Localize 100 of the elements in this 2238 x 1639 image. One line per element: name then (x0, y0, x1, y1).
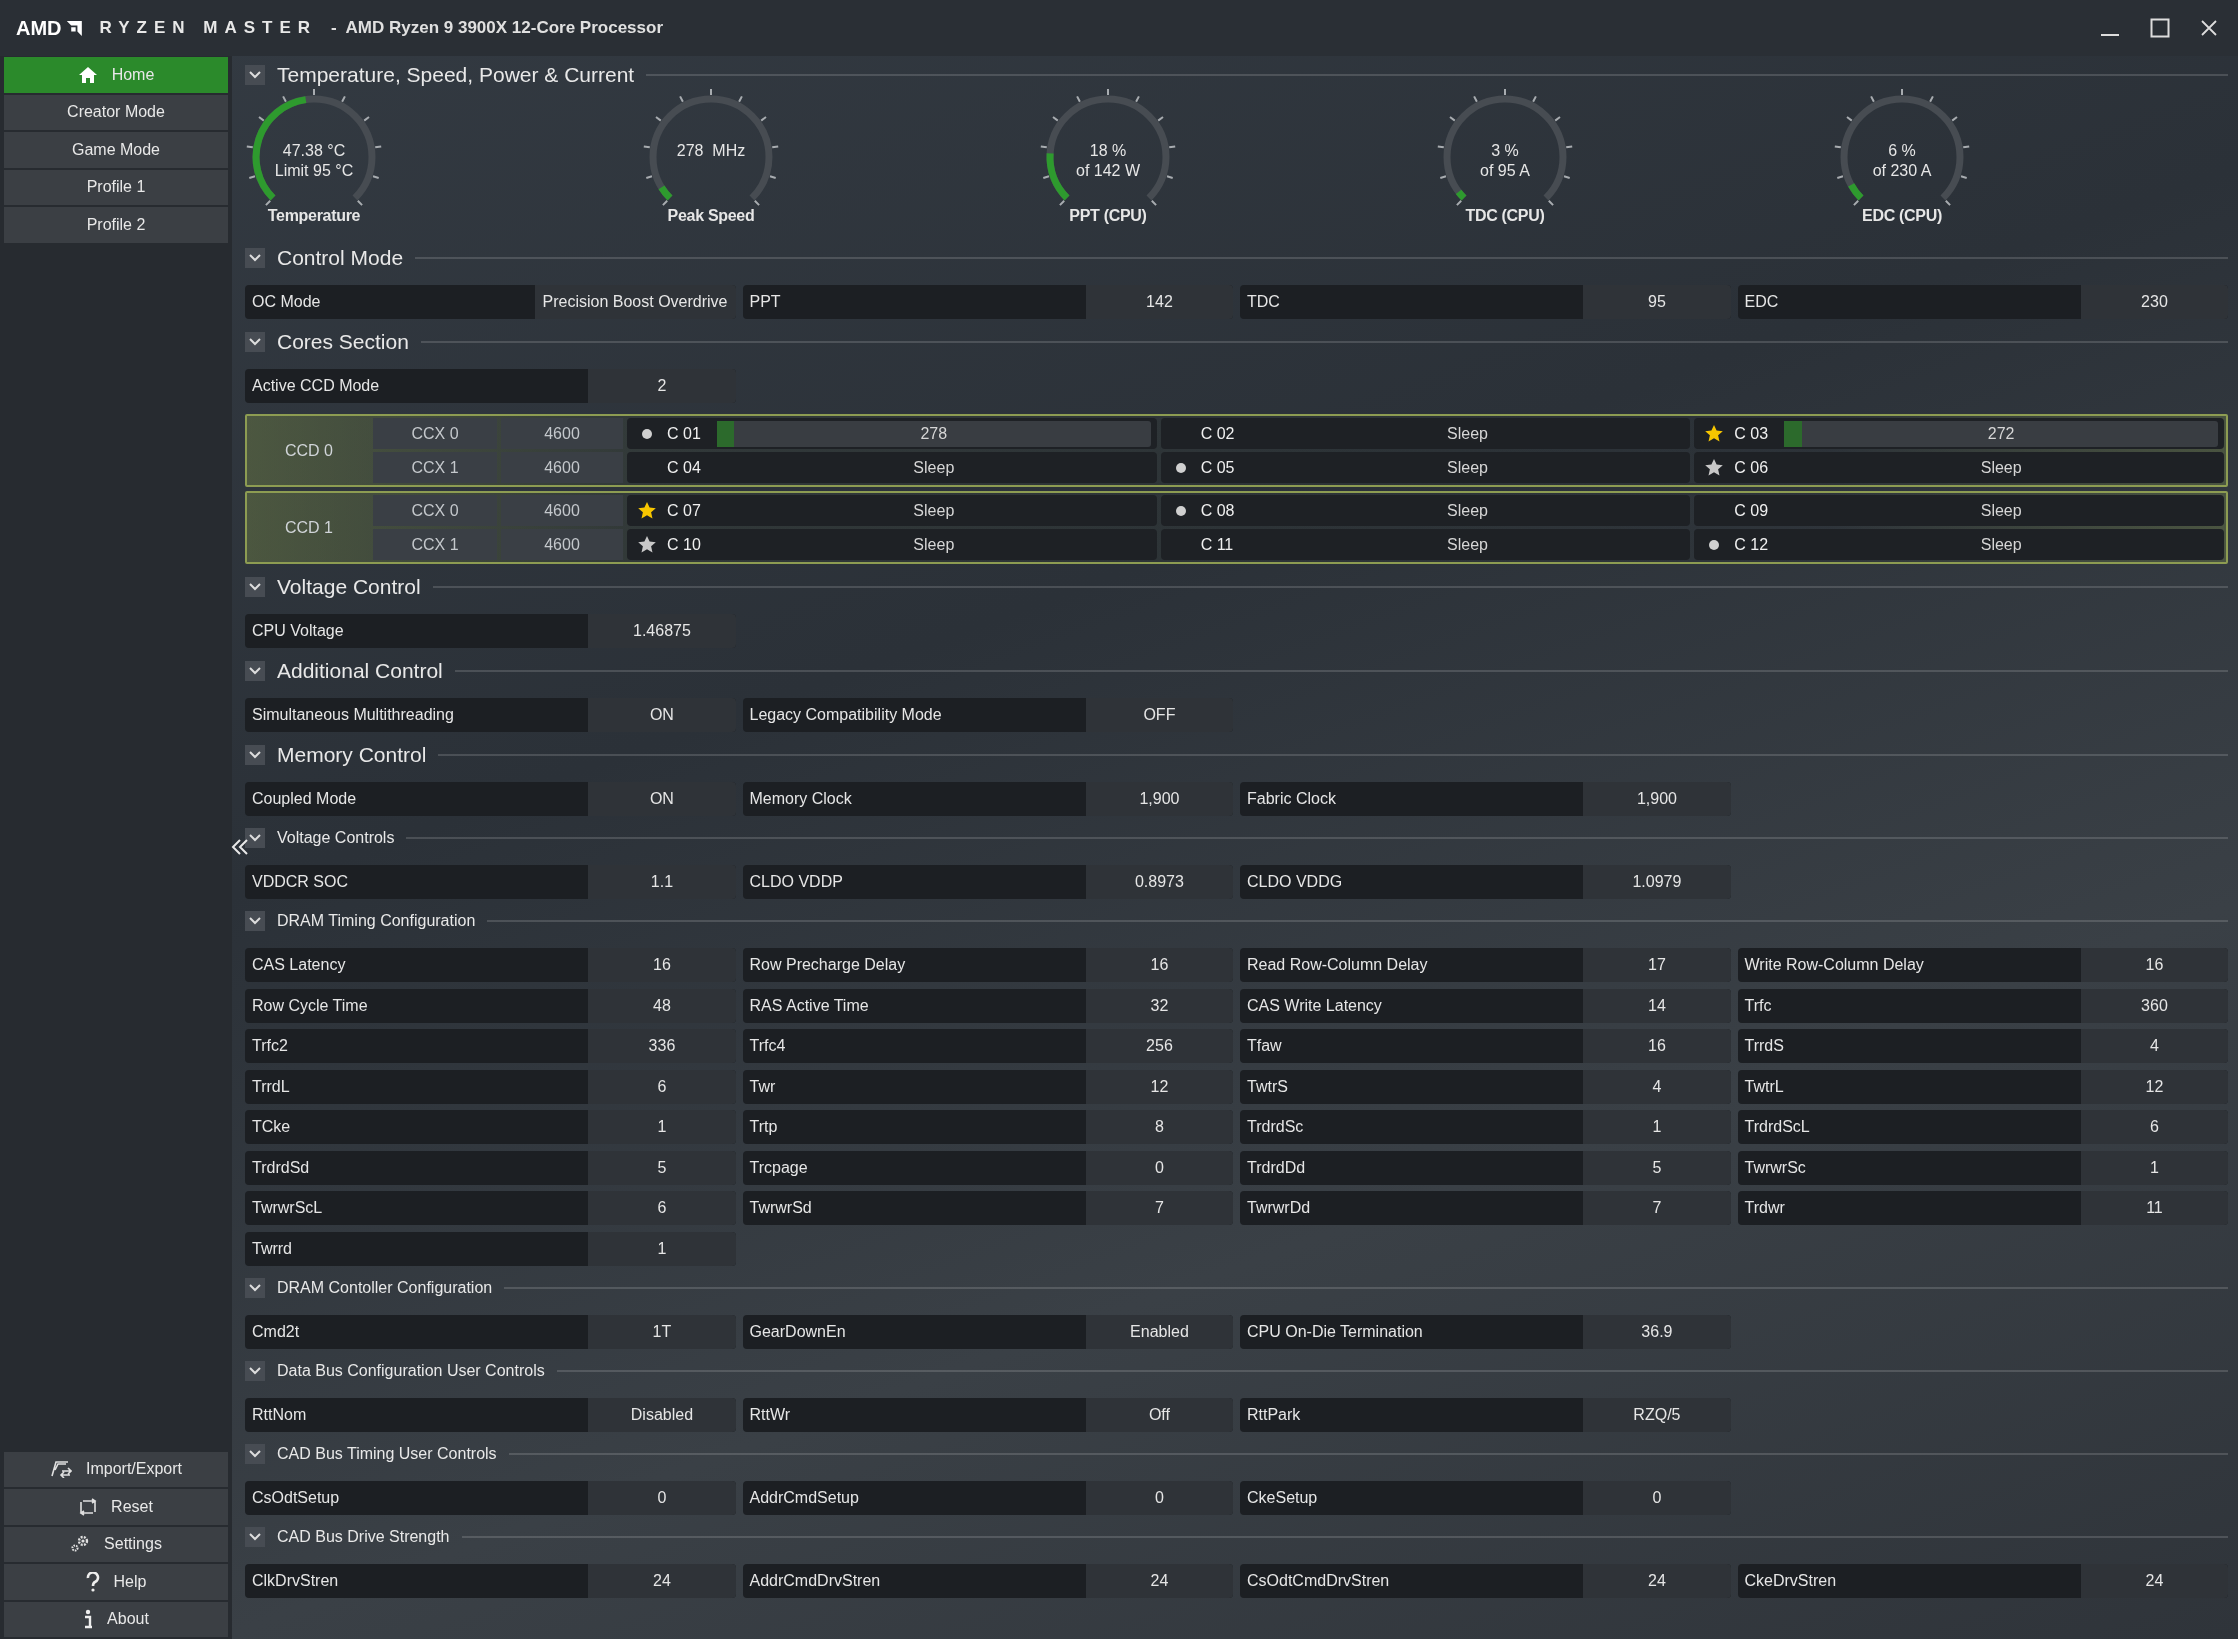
gauge-reading: 278 MHz (676, 141, 746, 161)
setting-value: 4 (1583, 1069, 1731, 1104)
setting-value: 1,900 (1583, 782, 1731, 816)
gauge-label: PPT (CPU) (1069, 207, 1147, 225)
setting-value: 5 (1583, 1150, 1731, 1185)
setting-value: 1,900 (1085, 782, 1233, 816)
core-name: C 10 (667, 535, 702, 554)
setting-value: 2 (588, 369, 736, 403)
core-name: C 04 (667, 458, 702, 477)
setting-label: CkeDrvStren (1743, 1570, 1838, 1591)
sidebar-item[interactable]: Profile 1 (4, 169, 228, 205)
setting-label: TwrwrSc (1743, 1157, 1807, 1178)
section-title: Temperature, Speed, Power & Current (277, 62, 635, 87)
ccx-label: CCX 1 (373, 452, 497, 483)
collapse-toggle[interactable] (245, 1526, 265, 1547)
amd-logo: AMD (16, 16, 62, 40)
collapse-toggle[interactable] (245, 576, 265, 597)
collapse-toggle[interactable] (245, 828, 265, 848)
collapse-toggle[interactable] (245, 64, 265, 85)
setting-value: 0 (1085, 1150, 1233, 1185)
maximize-icon[interactable] (2150, 18, 2170, 38)
setting-label: Legacy Compatibility Mode (748, 705, 943, 725)
core-name: C 02 (1200, 424, 1236, 443)
section-title: Control Mode (277, 245, 404, 270)
home-icon (77, 65, 98, 84)
core-name: C 12 (1734, 535, 1770, 554)
sidebar-item[interactable]: Game Mode (4, 132, 228, 168)
ccx-frequency: 4600 (501, 529, 623, 560)
setting-label: Trtp (748, 1117, 779, 1137)
sidebar-item[interactable]: Reset (4, 1489, 228, 1525)
sidebar-item[interactable]: About (4, 1601, 228, 1637)
sidebar-item[interactable]: Settings (4, 1526, 228, 1562)
setting-label: CAS Latency (251, 955, 347, 975)
section-title: CAD Bus Timing User Controls (277, 1444, 497, 1463)
setting-label: TwrwrScL (251, 1198, 324, 1218)
chevron-down-icon (248, 252, 262, 263)
setting-value: RZQ/5 (1583, 1397, 1731, 1432)
setting-label: VDDCR SOC (251, 872, 349, 892)
chevron-down-icon (248, 1448, 262, 1459)
setting-value: 6 (588, 1069, 736, 1104)
chevron-down-icon (248, 336, 262, 347)
setting-value: ON (588, 698, 736, 732)
section-title: Voltage Controls (277, 829, 395, 847)
collapse-toggle[interactable] (245, 331, 265, 352)
core-status: Sleep (1979, 501, 2023, 520)
ccx-frequency: 4600 (501, 452, 623, 483)
core-status: Sleep (1979, 535, 2023, 554)
close-icon[interactable] (2200, 19, 2218, 37)
import-export-icon (50, 1460, 72, 1479)
setting-value: 0 (1583, 1480, 1731, 1515)
setting-value: 36.9 (1583, 1314, 1731, 1349)
reset-icon (79, 1497, 98, 1516)
collapse-toggle[interactable] (245, 911, 265, 931)
setting-label: GearDownEn (748, 1321, 847, 1342)
sidebar-item[interactable]: Home (4, 57, 228, 93)
setting-label: TrdrdDd (1246, 1157, 1307, 1178)
setting-value: 4 (2080, 1029, 2228, 1063)
setting-label: Write Row-Column Delay (1743, 955, 1925, 975)
collapse-toggle[interactable] (245, 1277, 265, 1298)
setting-value: 48 (588, 988, 736, 1023)
chevron-down-icon (248, 749, 262, 760)
sidebar-item[interactable]: Import/Export (4, 1451, 228, 1487)
section-title: Memory Control (277, 742, 427, 767)
setting-label: CsOdtCmdDrvStren (1246, 1570, 1391, 1591)
gauge-reading: of 95 A (1480, 161, 1530, 181)
setting-value: 1.0979 (1583, 865, 1731, 899)
collapse-toggle[interactable] (245, 1443, 265, 1464)
section-title: DRAM Timing Configuration (277, 912, 476, 930)
setting-label: PPT (748, 292, 782, 312)
collapse-toggle[interactable] (245, 1360, 265, 1381)
sidebar-item[interactable]: Profile 2 (4, 207, 228, 243)
setting-label: CsOdtSetup (251, 1487, 341, 1508)
core-status: Sleep (912, 535, 956, 554)
section-title: Cores Section (277, 329, 409, 354)
setting-label: TwrwrDd (1246, 1198, 1312, 1218)
chevron-down-icon (248, 1365, 262, 1376)
setting-label: TCke (251, 1117, 292, 1137)
gauge-reading: Limit 95 °C (274, 161, 354, 181)
setting-label: Row Precharge Delay (748, 955, 907, 975)
setting-label: TwrwrSd (748, 1198, 813, 1218)
setting-value: 142 (1085, 285, 1233, 319)
setting-label: TrdrdSc (1246, 1117, 1305, 1137)
core-speed: 278 (920, 424, 948, 443)
setting-label: Twrrd (251, 1238, 293, 1259)
setting-value: 24 (1085, 1563, 1233, 1598)
dot-icon (642, 428, 652, 439)
collapse-toggle[interactable] (245, 744, 265, 765)
collapse-icon[interactable] (230, 838, 250, 856)
core-speed: 272 (1987, 424, 2015, 443)
collapse-toggle[interactable] (245, 660, 265, 681)
sidebar-item[interactable]: Help (4, 1564, 228, 1600)
sidebar-item[interactable]: Creator Mode (4, 94, 228, 130)
ccd-label: CCD 0 (284, 440, 334, 461)
setting-value: 16 (1583, 1029, 1731, 1063)
setting-value: 8 (1085, 1110, 1233, 1144)
setting-value: ON (588, 782, 736, 816)
setting-value: 16 (2080, 948, 2228, 982)
chevron-down-icon (248, 833, 262, 843)
section-title: Data Bus Configuration User Controls (277, 1361, 545, 1380)
collapse-toggle[interactable] (245, 247, 265, 268)
